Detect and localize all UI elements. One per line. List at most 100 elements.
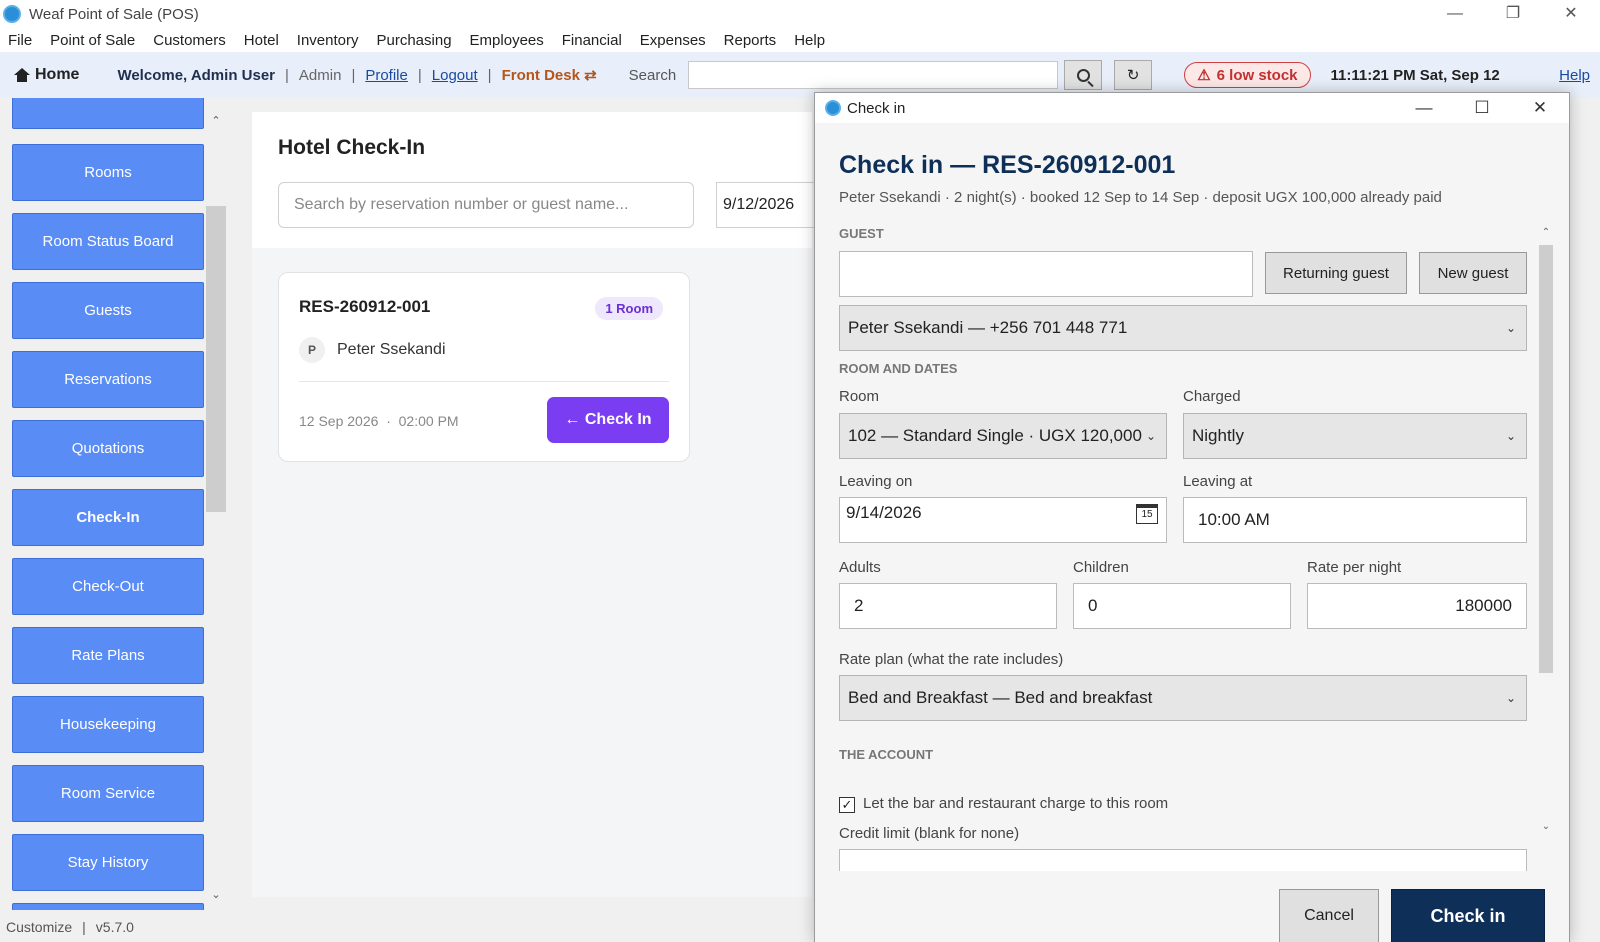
arrival-separator: · bbox=[386, 413, 391, 429]
sidebar-item-rooms[interactable]: Rooms bbox=[12, 144, 204, 201]
dialog-heading: Check in — RES-260912-001 bbox=[839, 151, 1176, 179]
sidebar-item-check-in[interactable]: Check-In bbox=[12, 489, 204, 546]
sidebar-item-partial[interactable] bbox=[12, 903, 204, 910]
menu-help[interactable]: Help bbox=[794, 32, 825, 49]
menu-reports[interactable]: Reports bbox=[724, 32, 777, 49]
home-button[interactable]: Home bbox=[14, 66, 79, 84]
dialog-scrollbar[interactable]: ⌃ ⌄ bbox=[1537, 227, 1555, 839]
calendar-icon[interactable]: 15 bbox=[1136, 504, 1158, 524]
maximize-icon[interactable]: ☐ bbox=[1453, 93, 1511, 123]
charged-label: Charged bbox=[1183, 388, 1241, 405]
low-stock-badge[interactable]: ⚠ 6 low stock bbox=[1184, 62, 1311, 88]
sidebar-item-label: Room Service bbox=[60, 785, 156, 802]
customize-link[interactable]: Customize bbox=[6, 919, 72, 935]
rate-per-night-label: Rate per night bbox=[1307, 559, 1402, 576]
check-in-button[interactable]: ← Check In bbox=[547, 397, 669, 443]
cancel-button[interactable]: Cancel bbox=[1279, 889, 1379, 942]
guest-name: Peter Ssekandi bbox=[337, 341, 446, 358]
scroll-down-icon[interactable]: ⌄ bbox=[1537, 821, 1555, 832]
guest-select[interactable]: Peter Ssekandi — +256 701 448 771 ⌄ bbox=[839, 305, 1527, 351]
app-title: Weaf Point of Sale (POS) bbox=[29, 5, 199, 23]
minimize-icon[interactable]: — bbox=[1426, 0, 1484, 28]
adults-label: Adults bbox=[839, 559, 881, 576]
adults-input[interactable]: 2 bbox=[839, 583, 1057, 629]
date-filter[interactable]: 9/12/2026 bbox=[716, 182, 826, 228]
menu-point-of-sale[interactable]: Point of Sale bbox=[50, 32, 135, 49]
sidebar-item-quotations[interactable]: Quotations bbox=[12, 420, 204, 477]
credit-limit-label: Credit limit (blank for none) bbox=[839, 825, 1020, 842]
returning-guest-button[interactable]: Returning guest bbox=[1265, 252, 1407, 294]
separator: | bbox=[351, 66, 356, 84]
logout-link[interactable]: Logout bbox=[432, 67, 478, 84]
guest-select-value: Peter Ssekandi — +256 701 448 771 bbox=[848, 318, 1128, 337]
menu-purchasing[interactable]: Purchasing bbox=[377, 32, 452, 49]
sidebar-scrollbar[interactable]: ⌃ ⌄ bbox=[206, 98, 226, 910]
search-label: Search bbox=[628, 66, 677, 84]
reservation-search-input[interactable]: Search by reservation number or guest na… bbox=[278, 182, 694, 228]
profile-link[interactable]: Profile bbox=[365, 67, 408, 84]
sidebar-item-rate-plans[interactable]: Rate Plans bbox=[12, 627, 204, 684]
scroll-up-icon[interactable]: ⌃ bbox=[206, 114, 226, 127]
menu-expenses[interactable]: Expenses bbox=[640, 32, 706, 49]
bar-charge-checkbox[interactable]: ✓ bbox=[839, 797, 855, 813]
dialog-window-title: Check in bbox=[847, 99, 906, 117]
menu-bar: File Point of Sale Customers Hotel Inven… bbox=[0, 28, 1600, 52]
rate-per-night-input[interactable]: 180000 bbox=[1307, 583, 1527, 629]
sidebar: Rooms Room Status Board Guests Reservati… bbox=[0, 98, 230, 910]
leaving-on-date-picker[interactable]: 9/14/2026 15 bbox=[839, 497, 1167, 543]
account-section-title: THE ACCOUNT bbox=[839, 747, 934, 762]
divider bbox=[299, 381, 669, 382]
title-bar: Weaf Point of Sale (POS) — ❐ ✕ bbox=[0, 0, 1600, 28]
new-guest-button[interactable]: New guest bbox=[1419, 252, 1527, 294]
menu-financial[interactable]: Financial bbox=[562, 32, 622, 49]
charged-select[interactable]: Nightly ⌄ bbox=[1183, 413, 1527, 459]
chevron-down-icon: ⌄ bbox=[1145, 414, 1156, 458]
role-label: Admin bbox=[298, 66, 342, 84]
chevron-down-icon: ⌄ bbox=[1505, 429, 1516, 443]
rate-plan-select[interactable]: Bed and Breakfast — Bed and breakfast ⌄ bbox=[839, 675, 1527, 721]
dialog-subtitle: Peter Ssekandi · 2 night(s) · booked 12 … bbox=[839, 189, 1442, 206]
search-input[interactable] bbox=[688, 61, 1059, 89]
arrival-datetime: 12 Sep 2026 · 02:00 PM bbox=[299, 413, 459, 429]
children-input[interactable]: 0 bbox=[1073, 583, 1291, 629]
confirm-check-in-button[interactable]: Check in bbox=[1391, 889, 1545, 942]
charged-select-value: Nightly bbox=[1192, 426, 1244, 445]
restore-icon[interactable]: ❐ bbox=[1484, 0, 1542, 28]
version-label: v5.7.0 bbox=[95, 919, 134, 935]
sidebar-item-stay-history[interactable]: Stay History bbox=[12, 834, 204, 891]
menu-file[interactable]: File bbox=[8, 32, 32, 49]
app-logo-icon bbox=[825, 100, 841, 116]
menu-inventory[interactable]: Inventory bbox=[297, 32, 359, 49]
sidebar-item-check-out[interactable]: Check-Out bbox=[12, 558, 204, 615]
close-icon[interactable]: ✕ bbox=[1511, 93, 1569, 123]
rooms-badge: 1 Room bbox=[595, 297, 663, 320]
app-logo-icon bbox=[3, 5, 21, 23]
front-desk-switch[interactable]: Front Desk ⇄ bbox=[502, 66, 597, 84]
sidebar-item-reservations[interactable]: Reservations bbox=[12, 351, 204, 408]
menu-customers[interactable]: Customers bbox=[153, 32, 226, 49]
sidebar-scroll-thumb[interactable] bbox=[206, 206, 226, 512]
menu-hotel[interactable]: Hotel bbox=[244, 32, 279, 49]
refresh-button[interactable]: ↻ bbox=[1114, 60, 1153, 90]
sidebar-item-room-service[interactable]: Room Service bbox=[12, 765, 204, 822]
sidebar-item-room-status-board[interactable]: Room Status Board bbox=[12, 213, 204, 270]
separator: | bbox=[82, 919, 86, 935]
sidebar-item-label: Rooms bbox=[84, 164, 132, 181]
help-link[interactable]: Help bbox=[1559, 67, 1590, 84]
sidebar-item-partial[interactable] bbox=[12, 98, 204, 129]
credit-limit-input[interactable] bbox=[839, 849, 1527, 871]
leaving-at-input[interactable]: 10:00 AM bbox=[1183, 497, 1527, 543]
separator: | bbox=[417, 66, 422, 84]
sidebar-item-guests[interactable]: Guests bbox=[12, 282, 204, 339]
scroll-down-icon[interactable]: ⌄ bbox=[206, 888, 226, 901]
room-select[interactable]: 102 — Standard Single · UGX 120,000 / ⌄ bbox=[839, 413, 1167, 459]
dialog-scroll-thumb[interactable] bbox=[1539, 245, 1553, 673]
guest-search-input[interactable] bbox=[839, 251, 1253, 297]
sidebar-item-housekeeping[interactable]: Housekeeping bbox=[12, 696, 204, 753]
minimize-icon[interactable]: — bbox=[1395, 93, 1453, 123]
menu-employees[interactable]: Employees bbox=[470, 32, 544, 49]
close-icon[interactable]: ✕ bbox=[1542, 0, 1600, 28]
guest-section-title: GUEST bbox=[839, 226, 884, 241]
scroll-up-icon[interactable]: ⌃ bbox=[1537, 227, 1555, 238]
search-button[interactable] bbox=[1064, 60, 1103, 90]
